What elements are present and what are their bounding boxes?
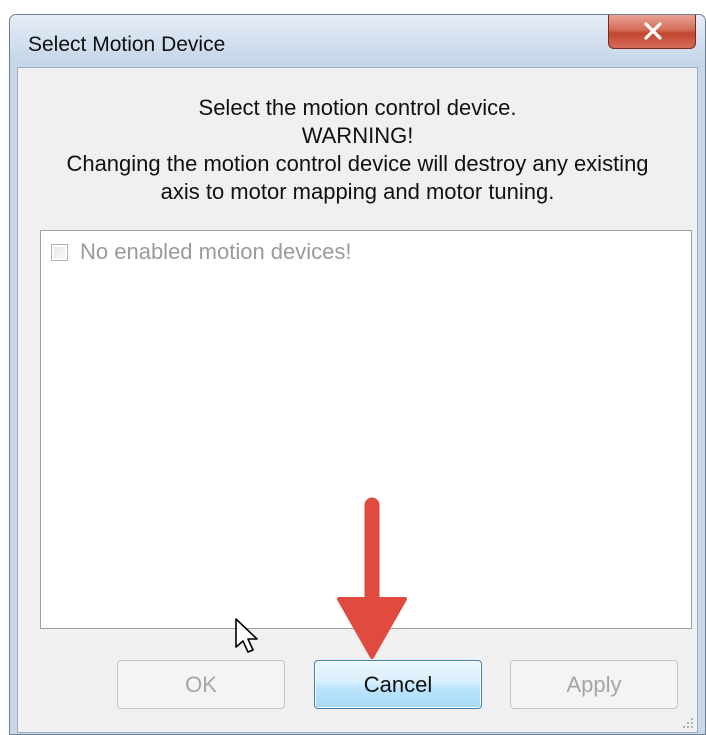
window-title: Select Motion Device <box>28 33 226 56</box>
cancel-button[interactable]: Cancel <box>314 660 482 709</box>
title-bar[interactable]: Select Motion Device <box>10 15 705 67</box>
apply-button: Apply <box>510 660 678 709</box>
resize-grip-icon[interactable] <box>682 717 694 729</box>
message-line-1: Select the motion control device. <box>198 95 517 120</box>
close-button[interactable] <box>608 15 696 49</box>
list-item-label: No enabled motion devices! <box>80 239 352 264</box>
close-icon <box>644 22 662 40</box>
device-checkbox <box>51 243 68 261</box>
list-item: No enabled motion devices! <box>51 239 352 265</box>
message-line-4: axis to motor mapping and motor tuning. <box>160 179 555 204</box>
warning-message: Select the motion control device. WARNIN… <box>18 94 697 206</box>
mouse-pointer-icon <box>235 618 258 653</box>
message-line-2: WARNING! <box>301 123 414 148</box>
arrow-down-icon <box>337 497 407 659</box>
ok-button: OK <box>117 660 285 709</box>
message-line-3: Changing the motion control device will … <box>66 151 649 176</box>
